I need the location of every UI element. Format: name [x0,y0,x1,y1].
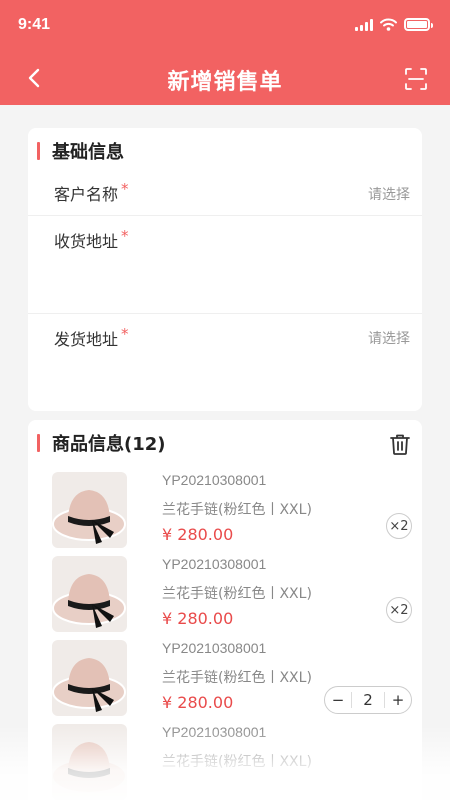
shipping-address-label: 收货地址 * [54,227,129,251]
title-accent-bar [37,434,40,452]
decrement-button[interactable]: − [325,687,351,713]
required-mark: * [121,227,129,245]
product-price: ¥ 280.00 [162,525,234,544]
product-name: 兰花手链(粉红色丨XXL) [162,670,312,686]
product-info-title: 商品信息(12) [37,432,166,455]
product-thumbnail [52,556,127,632]
basic-info-title: 基础信息 [37,140,124,163]
increment-button[interactable]: + [385,687,411,713]
signal-icon [355,18,373,31]
product-code: YP20210308001 [162,472,267,488]
product-item[interactable]: YP20210308001 兰花手链(粉红色丨XXL) ¥ 280.00 − 2… [52,634,422,718]
quantity-value[interactable]: 2 [351,691,385,709]
nav-bar: 新增销售单 [0,52,450,105]
product-thumbnail [52,724,127,800]
status-time: 9:41 [18,16,51,33]
product-code: YP20210308001 [162,640,267,656]
product-item[interactable]: YP20210308001 兰花手链(粉红色丨XXL) ¥ 280.00 ×2 [52,466,422,550]
product-item[interactable]: YP20210308001 兰花手链(粉红色丨XXL) ¥ 280.00 ×2 [52,550,422,634]
quantity-badge[interactable]: ×2 [386,513,412,539]
quantity-badge[interactable]: ×2 [386,597,412,623]
basic-info-card: 基础信息 客户名称 * 请选择 收货地址 * 发货地址 * 请选择 [28,128,422,411]
delivery-address-label: 发货地址 * [54,325,129,349]
product-thumbnail [52,640,127,716]
product-price: ¥ 280.00 [162,609,234,628]
page-title: 新增销售单 [167,70,283,95]
product-code: YP20210308001 [162,556,267,572]
required-mark: * [121,179,129,198]
delivery-address-row[interactable]: 发货地址 * 请选择 [28,314,422,411]
product-name: 兰花手链(粉红色丨XXL) [162,502,312,518]
title-accent-bar [37,142,40,160]
customer-name-label: 客户名称 * [54,179,129,204]
product-info-title-text: 商品信息(12) [52,434,166,455]
required-mark: * [121,325,129,343]
product-item[interactable]: YP20210308001 兰花手链(粉红色丨XXL) [52,718,422,800]
product-name: 兰花手链(粉红色丨XXL) [162,754,312,770]
delivery-address-value[interactable]: 请选择 [368,328,410,348]
shipping-address-row[interactable]: 收货地址 * [28,216,422,314]
status-icons [355,18,433,31]
scan-icon[interactable] [404,67,428,91]
product-price: ¥ 280.00 [162,693,234,712]
basic-info-title-text: 基础信息 [52,142,124,163]
product-info-card: 商品信息(12) YP20210308001 兰花手链(粉红色丨XXL) ¥ 2… [28,420,422,800]
product-thumbnail [52,472,127,548]
status-bar: 9:41 [0,0,450,52]
customer-name-value[interactable]: 请选择 [368,184,410,204]
customer-name-row[interactable]: 客户名称 * 请选择 [28,170,422,216]
product-name: 兰花手链(粉红色丨XXL) [162,586,312,602]
wifi-icon [380,18,397,31]
app-header: 9:41 新增销售单 [0,0,450,105]
trash-icon[interactable] [388,432,412,456]
quantity-stepper: − 2 + [324,686,412,714]
product-code: YP20210308001 [162,724,267,740]
battery-icon [404,18,433,31]
